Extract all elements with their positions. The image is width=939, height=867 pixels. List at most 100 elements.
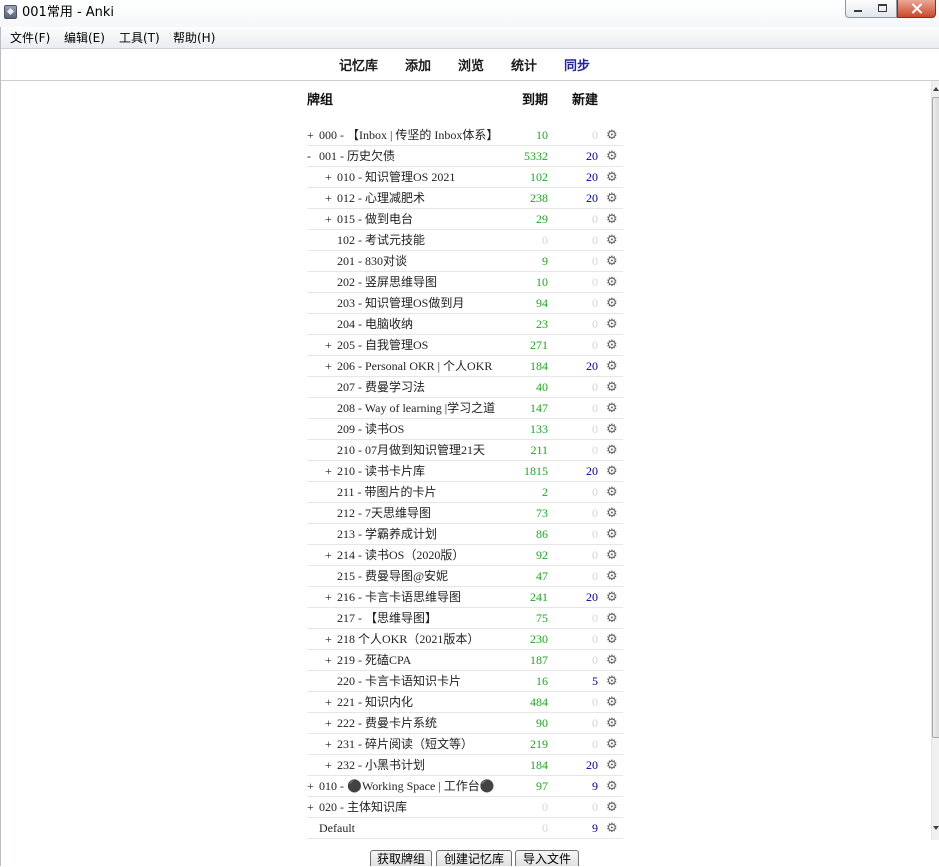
gear-icon[interactable]: ⚙ (606, 296, 618, 311)
expand-toggle[interactable]: + (325, 755, 337, 775)
deck-name-link[interactable]: 222 - 费曼卡片系统 (337, 716, 437, 730)
toolbar-browse[interactable]: 浏览 (458, 57, 484, 74)
collapse-toggle[interactable]: - (307, 146, 319, 166)
gear-icon[interactable]: ⚙ (606, 737, 618, 752)
deck-name-link[interactable]: 000 - 【Inbox | 传坚的 Inbox体系】 (319, 128, 498, 142)
gear-icon[interactable]: ⚙ (606, 632, 618, 647)
expand-toggle[interactable]: + (325, 629, 337, 649)
import-file-button[interactable]: 导入文件 (515, 850, 579, 866)
deck-name-link[interactable]: 201 - 830对谈 (337, 254, 407, 268)
expand-toggle[interactable]: + (307, 797, 319, 817)
deck-name-link[interactable]: 214 - 读书OS（2020版） (337, 548, 464, 562)
gear-icon[interactable]: ⚙ (606, 170, 618, 185)
gear-icon[interactable]: ⚙ (606, 443, 618, 458)
deck-name-link[interactable]: 221 - 知识内化 (337, 695, 413, 709)
vertical-scrollbar[interactable] (931, 81, 939, 840)
deck-name-link[interactable]: 219 - 死磕CPA (337, 653, 411, 667)
toolbar-add[interactable]: 添加 (405, 57, 431, 74)
gear-icon[interactable]: ⚙ (606, 191, 618, 206)
deck-name-link[interactable]: 210 - 07月做到知识管理21天 (337, 443, 485, 457)
deck-name-link[interactable]: 231 - 碎片阅读（短文等） (337, 737, 473, 751)
gear-icon[interactable]: ⚙ (606, 716, 618, 731)
menu-tools[interactable]: 工具(T) (119, 28, 160, 48)
gear-icon[interactable]: ⚙ (606, 275, 618, 290)
deck-name-link[interactable]: 001 - 历史欠债 (319, 149, 395, 163)
expand-toggle[interactable]: + (307, 125, 319, 145)
deck-name-link[interactable]: 208 - Way of learning |学习之道 (337, 401, 495, 415)
gear-icon[interactable]: ⚙ (606, 611, 618, 626)
deck-name-link[interactable]: 217 - 【思维导图】 (337, 611, 437, 625)
expand-toggle[interactable]: + (307, 776, 319, 796)
expand-toggle[interactable]: + (325, 692, 337, 712)
menu-file[interactable]: 文件(F) (10, 28, 50, 48)
expand-toggle[interactable]: + (325, 713, 337, 733)
gear-icon[interactable]: ⚙ (606, 569, 618, 584)
title-bar[interactable]: 001常用 - Anki (0, 0, 939, 27)
gear-icon[interactable]: ⚙ (606, 233, 618, 248)
gear-icon[interactable]: ⚙ (606, 338, 618, 353)
deck-name-link[interactable]: 015 - 做到电台 (337, 212, 413, 226)
expand-toggle[interactable]: + (325, 650, 337, 670)
deck-name-link[interactable]: 202 - 竖屏思维导图 (337, 275, 437, 289)
scroll-up-button[interactable] (932, 81, 939, 97)
gear-icon[interactable]: ⚙ (606, 380, 618, 395)
scroll-down-button[interactable] (932, 820, 939, 838)
close-button[interactable] (897, 0, 936, 18)
expand-toggle[interactable]: + (325, 209, 337, 229)
expand-toggle[interactable]: + (325, 335, 337, 355)
toolbar-stats[interactable]: 统计 (511, 57, 537, 74)
deck-name-link[interactable]: 010 - 知识管理OS 2021 (337, 170, 455, 184)
gear-icon[interactable]: ⚙ (606, 359, 618, 374)
gear-icon[interactable]: ⚙ (606, 695, 618, 710)
gear-icon[interactable]: ⚙ (606, 485, 618, 500)
deck-name-link[interactable]: 218 个人OKR（2021版本） (337, 632, 479, 646)
maximize-button[interactable] (870, 0, 897, 18)
deck-name-link[interactable]: Default (319, 821, 355, 835)
deck-name-link[interactable]: 211 - 带图片的卡片 (337, 485, 437, 499)
deck-name-link[interactable]: 209 - 读书OS (337, 422, 404, 436)
scrollbar-thumb[interactable] (932, 97, 939, 738)
create-deck-button[interactable]: 创建记忆库 (436, 850, 512, 866)
deck-name-link[interactable]: 203 - 知识管理OS做到月 (337, 296, 464, 310)
deck-name-link[interactable]: 010 - ⚫Working Space | 工作台⚫ (319, 779, 495, 793)
menu-help[interactable]: 帮助(H) (173, 28, 215, 48)
gear-icon[interactable]: ⚙ (606, 128, 618, 143)
gear-icon[interactable]: ⚙ (606, 674, 618, 689)
deck-name-link[interactable]: 213 - 学霸养成计划 (337, 527, 437, 541)
expand-toggle[interactable]: + (325, 356, 337, 376)
gear-icon[interactable]: ⚙ (606, 254, 618, 269)
deck-name-link[interactable]: 102 - 考试元技能 (337, 233, 425, 247)
deck-name-link[interactable]: 012 - 心理减肥术 (337, 191, 425, 205)
expand-toggle[interactable]: + (325, 587, 337, 607)
deck-name-link[interactable]: 216 - 卡言卡语思维导图 (337, 590, 461, 604)
deck-name-link[interactable]: 215 - 费曼导图@安妮 (337, 569, 448, 583)
anki-icon[interactable] (4, 5, 17, 19)
gear-icon[interactable]: ⚙ (606, 821, 618, 836)
deck-name-link[interactable]: 212 - 7天思维导图 (337, 506, 431, 520)
menu-edit[interactable]: 编辑(E) (64, 28, 105, 48)
get-shared-button[interactable]: 获取牌组 (370, 850, 432, 866)
expand-toggle[interactable]: + (325, 545, 337, 565)
gear-icon[interactable]: ⚙ (606, 464, 618, 479)
deck-name-link[interactable]: 205 - 自我管理OS (337, 338, 428, 352)
gear-icon[interactable]: ⚙ (606, 212, 618, 227)
gear-icon[interactable]: ⚙ (606, 401, 618, 416)
gear-icon[interactable]: ⚙ (606, 317, 618, 332)
deck-name-link[interactable]: 210 - 读书卡片库 (337, 464, 425, 478)
deck-name-link[interactable]: 220 - 卡言卡语知识卡片 (337, 674, 461, 688)
deck-name-link[interactable]: 204 - 电脑收纳 (337, 317, 413, 331)
expand-toggle[interactable]: + (325, 461, 337, 481)
gear-icon[interactable]: ⚙ (606, 653, 618, 668)
toolbar-decks[interactable]: 记忆库 (339, 57, 378, 74)
gear-icon[interactable]: ⚙ (606, 779, 618, 794)
toolbar-sync[interactable]: 同步 (564, 57, 590, 74)
expand-toggle[interactable]: + (325, 167, 337, 187)
gear-icon[interactable]: ⚙ (606, 422, 618, 437)
gear-icon[interactable]: ⚙ (606, 758, 618, 773)
gear-icon[interactable]: ⚙ (606, 506, 618, 521)
deck-name-link[interactable]: 020 - 主体知识库 (319, 800, 407, 814)
gear-icon[interactable]: ⚙ (606, 800, 618, 815)
expand-toggle[interactable]: + (325, 734, 337, 754)
deck-name-link[interactable]: 232 - 小黑书计划 (337, 758, 425, 772)
gear-icon[interactable]: ⚙ (606, 590, 618, 605)
